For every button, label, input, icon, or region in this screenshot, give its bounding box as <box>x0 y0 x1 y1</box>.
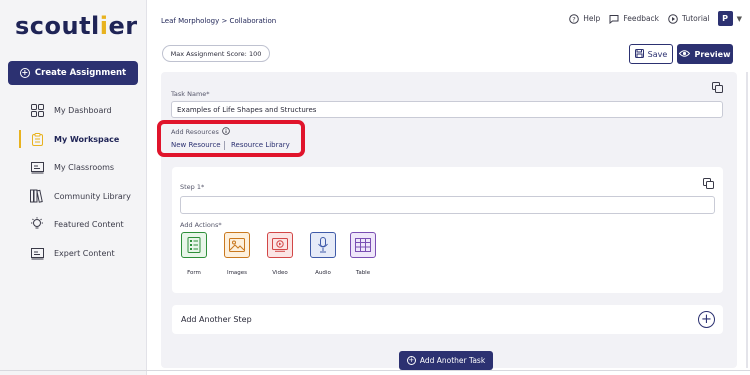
scrollbar[interactable] <box>746 72 748 368</box>
top-actions: ? Help Feedback Tutorial P ▼ <box>568 11 742 26</box>
logo-text-end: er <box>108 12 138 40</box>
create-assignment-label: Create Assignment <box>34 68 127 78</box>
scoutlier-logo[interactable]: scoutlier <box>15 12 138 40</box>
preview-button[interactable]: Preview <box>677 44 733 64</box>
eye-icon <box>679 49 691 60</box>
sidebar-item-label: Featured Content <box>54 219 124 229</box>
logo-accent: i <box>99 12 109 40</box>
play-circle-icon <box>667 13 678 24</box>
duplicate-step-icon[interactable] <box>703 174 714 189</box>
help-circle-icon: ? <box>568 13 579 24</box>
save-button[interactable]: Save <box>629 44 673 64</box>
add-another-step-row[interactable] <box>172 305 723 334</box>
action-table[interactable]: Table <box>345 232 381 276</box>
books-icon <box>30 189 44 203</box>
sidebar-item-label: My Classrooms <box>54 162 115 172</box>
sidebar-item-community-library[interactable]: Community Library <box>0 185 147 207</box>
action-form[interactable]: Form <box>176 232 212 276</box>
task-name-input[interactable]: Examples of Life Shapes and Structures <box>171 101 723 118</box>
add-another-task-label: Add Another Task <box>419 356 486 365</box>
action-label: Video <box>272 270 288 276</box>
sidebar-item-my-classrooms[interactable]: My Classrooms <box>0 156 147 178</box>
plus-circle-icon: + <box>406 356 416 365</box>
grid-icon <box>30 103 44 117</box>
task-name-value: Examples of Life Shapes and Structures <box>177 105 317 114</box>
form-icon <box>181 232 207 258</box>
sidebar-item-my-dashboard[interactable]: My Dashboard <box>0 99 147 121</box>
lightbulb-icon <box>30 217 44 231</box>
sidebar-item-label: My Dashboard <box>54 105 112 115</box>
plus-circle-icon: + <box>19 68 30 78</box>
divider <box>0 370 750 371</box>
preview-label: Preview <box>694 49 731 59</box>
feedback-button[interactable]: Feedback <box>608 13 659 24</box>
sidebar-item-label: Expert Content <box>54 248 115 258</box>
sidebar-item-featured-content[interactable]: Featured Content <box>0 213 147 235</box>
action-label: Table <box>355 270 371 276</box>
step-input[interactable] <box>180 196 715 214</box>
microphone-icon <box>310 232 336 258</box>
sidebar-item-label: Community Library <box>54 191 131 201</box>
action-label: Images <box>226 270 248 276</box>
add-step-plus-icon[interactable]: + <box>698 311 715 328</box>
sidebar: scoutlier + Create Assignment My Dashboa… <box>0 0 147 375</box>
action-label: Audio <box>315 270 331 276</box>
classroom-board-icon <box>30 160 44 174</box>
add-actions-label: Add Actions* <box>180 221 222 229</box>
feedback-label: Feedback <box>623 14 660 23</box>
logo-text: scoutl <box>15 12 100 40</box>
action-images[interactable]: Images <box>219 232 255 276</box>
action-audio[interactable]: Audio <box>305 232 341 276</box>
chevron-down-icon[interactable]: ▼ <box>737 15 742 23</box>
save-icon <box>634 48 644 60</box>
task-name-label: Task Name* <box>171 90 210 98</box>
tutorial-label: Tutorial <box>682 14 710 23</box>
highlight-annotation <box>157 120 305 157</box>
create-assignment-button[interactable]: + Create Assignment <box>8 61 138 85</box>
add-another-step-label: Add Another Step <box>181 315 252 324</box>
expert-board-icon <box>30 246 44 260</box>
duplicate-task-icon[interactable] <box>712 78 723 93</box>
clipboard-icon <box>30 132 44 146</box>
help-label: Help <box>583 14 601 23</box>
sidebar-item-expert-content[interactable]: Expert Content <box>0 242 147 264</box>
tutorial-button[interactable]: Tutorial <box>667 13 710 24</box>
breadcrumb[interactable]: Leaf Morphology > Collaboration <box>161 17 276 25</box>
sidebar-item-label: My Workspace <box>54 134 120 144</box>
step-label: Step 1* <box>180 183 205 191</box>
add-another-task-button[interactable]: + Add Another Task <box>399 351 493 370</box>
svg-text:?: ? <box>572 15 575 23</box>
sidebar-item-my-workspace[interactable]: My Workspace <box>0 128 147 150</box>
action-video[interactable]: Video <box>262 232 298 276</box>
table-icon <box>350 232 376 258</box>
video-icon <box>267 232 293 258</box>
image-icon <box>224 232 250 258</box>
save-label: Save <box>647 49 668 59</box>
max-score-badge[interactable]: Max Assignment Score: 100 <box>162 45 270 62</box>
help-button[interactable]: ? Help <box>568 13 600 24</box>
action-label: Form <box>187 270 201 276</box>
top-bar: Leaf Morphology > Collaboration ? Help F… <box>148 0 750 40</box>
avatar[interactable]: P <box>717 11 733 26</box>
chat-bubble-icon <box>608 13 619 24</box>
